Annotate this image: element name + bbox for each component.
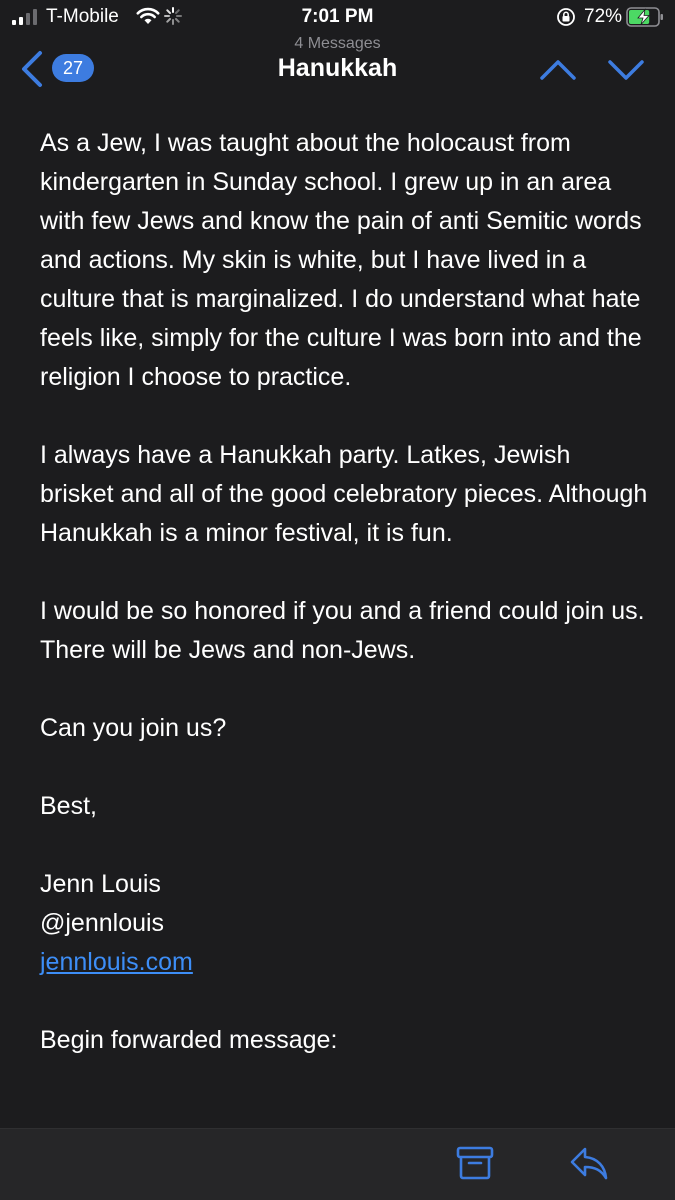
rotation-lock-icon [557,8,575,26]
body-paragraph: I always have a Hanukkah party. Latkes, … [40,441,648,547]
body-paragraph: Can you join us? [40,714,227,742]
body-paragraph: I would be so honored if you and a frien… [40,597,645,664]
signature-block: Jenn Louis @jennlouis jennlouis.com [40,865,650,982]
previous-message-button[interactable] [539,56,577,82]
closing-line: Best, [40,792,97,820]
reply-icon[interactable] [569,1143,609,1183]
battery-percentage: 72% [584,6,623,27]
signature-name: Jenn Louis [40,870,161,898]
bottom-toolbar [0,1128,675,1200]
navigation-bar: 27 4 Messages Hanukkah [0,34,675,104]
signature-website-link[interactable]: jennlouis.com [40,948,193,976]
mail-message-screen: T-Mobile 7:01 PM 72% 27 4 Messages Hanuk… [0,0,675,1200]
forwarded-message-label: Begin forwarded message: [40,1026,338,1054]
thread-message-count: 4 Messages [294,35,381,52]
status-bar: T-Mobile 7:01 PM 72% [0,0,675,34]
body-paragraph: As a Jew, I was taught about the holocau… [40,129,642,391]
signature-handle: @jennlouis [40,909,165,937]
next-message-button[interactable] [607,56,645,82]
message-body: As a Jew, I was taught about the holocau… [40,124,650,1099]
battery-charging-icon [626,7,663,27]
archive-icon[interactable] [455,1143,495,1183]
